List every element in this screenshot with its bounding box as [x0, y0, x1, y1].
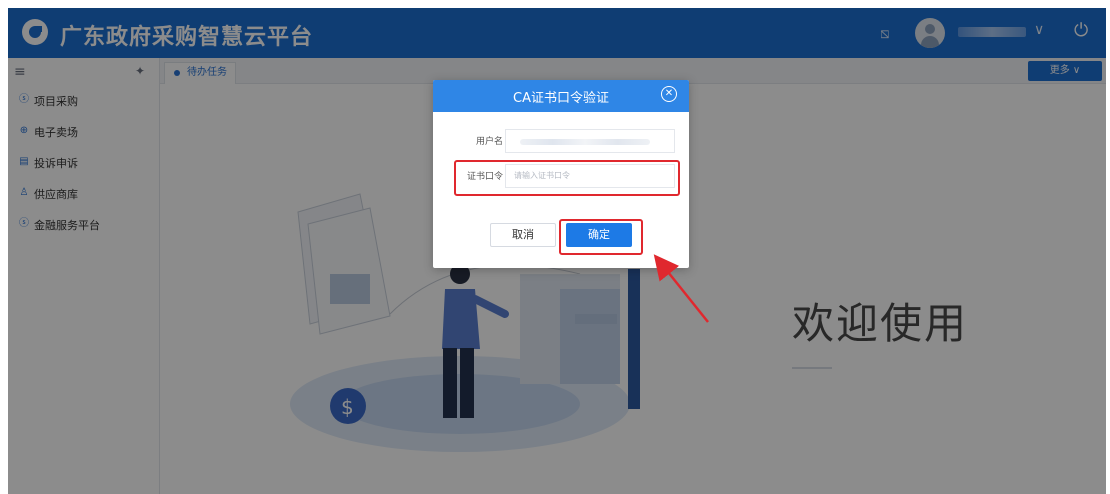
annotation-arrow — [653, 254, 709, 323]
app-window: 广东政府采购智慧云平台 ⧅ ∨ ⏻ ≡ ✦ ⓢ 项目采购 ⊕ 电子卖场 ▤ 投诉… — [0, 0, 1110, 494]
